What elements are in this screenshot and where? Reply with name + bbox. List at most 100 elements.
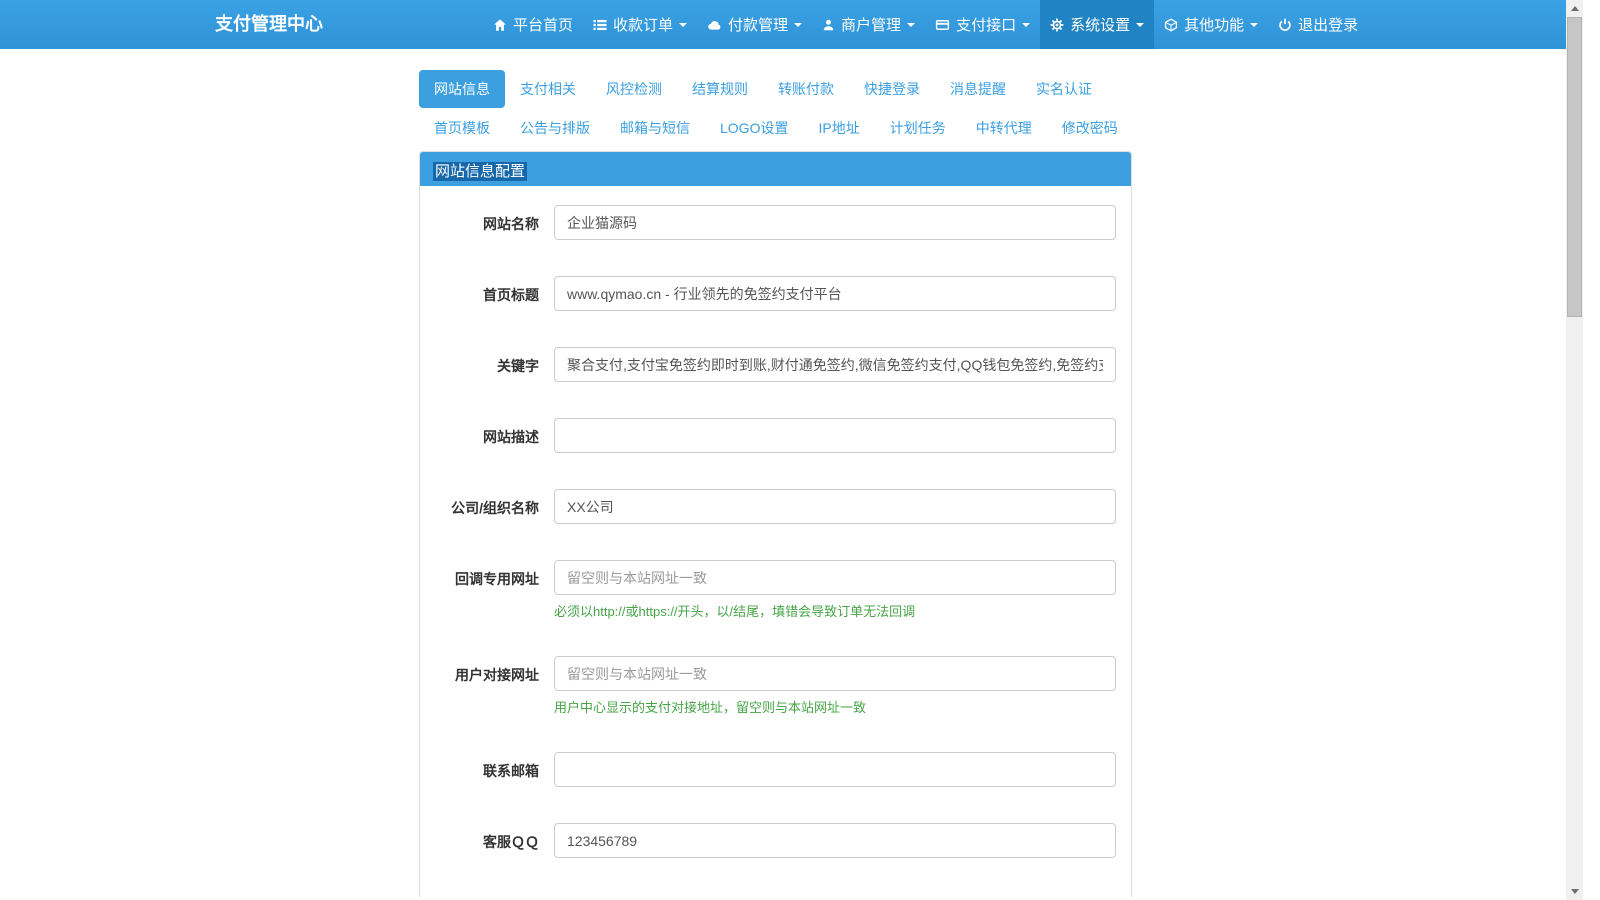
tab-transfer-payment[interactable]: 转账付款 (763, 70, 849, 108)
cloud-icon (707, 18, 722, 32)
company-name-input[interactable] (554, 489, 1116, 524)
user-api-url-input[interactable] (554, 656, 1116, 691)
arrow-up-icon (1570, 6, 1579, 11)
panel-header: 网站信息配置 (420, 152, 1131, 186)
keywords-label: 关键字 (497, 358, 539, 374)
cube-icon (1164, 17, 1178, 32)
tab-relay-proxy[interactable]: 中转代理 (961, 109, 1047, 147)
nav-item-pay-interface[interactable]: 支付接口 (925, 0, 1040, 49)
nav-item-label: 其他功能 (1184, 17, 1245, 34)
site-name-input[interactable] (554, 205, 1116, 240)
tab-notice-layout[interactable]: 公告与排版 (505, 109, 605, 147)
nav-item-logout[interactable]: 退出登录 (1268, 0, 1368, 49)
contact-email-input[interactable] (554, 752, 1116, 787)
nav-item-label: 收款订单 (613, 17, 674, 34)
site-name-label: 网站名称 (483, 216, 539, 232)
settings-tabs-row-1: 网站信息 支付相关 风控检测 结算规则 转账付款 快捷登录 消息提醒 实名认证 (419, 70, 1132, 108)
user-api-url-label: 用户对接网址 (455, 667, 539, 683)
scroll-down-button[interactable] (1566, 883, 1583, 900)
gear-icon (1050, 18, 1064, 32)
list-icon (593, 18, 607, 32)
form-group-site-name: 网站名称 (435, 205, 1116, 240)
settings-tabs-row-2: 首页模板 公告与排版 邮箱与短信 LOGO设置 IP地址 计划任务 中转代理 修改密码 (419, 109, 1132, 147)
tab-quick-login[interactable]: 快捷登录 (849, 70, 935, 108)
nav-item-label: 平台首页 (513, 17, 574, 34)
user-icon (822, 18, 835, 32)
tab-realname-auth[interactable]: 实名认证 (1021, 70, 1107, 108)
caret-down-icon (1250, 22, 1259, 27)
caret-down-icon (1136, 22, 1145, 27)
form-group-keywords: 关键字 (435, 347, 1116, 382)
service-qq-label: 客服ＱＱ (483, 834, 539, 850)
caret-down-icon (907, 22, 916, 27)
home-title-input[interactable] (554, 276, 1116, 311)
nav-item-receive-orders[interactable]: 收款订单 (583, 0, 697, 49)
home-title-label: 首页标题 (483, 287, 539, 303)
callback-url-help-text: 必须以http://或https://开头，以/结尾，填错会导致订单无法回调 (554, 604, 916, 619)
form-group-service-qq: 客服ＱＱ (435, 823, 1116, 858)
user-api-url-help-text: 用户中心显示的支付对接地址，留空则与本站网址一致 (554, 700, 867, 715)
vertical-scrollbar[interactable] (1566, 0, 1583, 900)
callback-url-input[interactable] (554, 560, 1116, 595)
nav-item-label: 付款管理 (728, 17, 789, 34)
site-name-input-col (554, 205, 1116, 240)
form-group-contact-email: 联系邮箱 (435, 752, 1116, 787)
tab-email-sms[interactable]: 邮箱与短信 (605, 109, 705, 147)
user-api-url-input-col: 用户中心显示的支付对接地址，留空则与本站网址一致 (554, 656, 1116, 716)
credit-card-icon (935, 18, 950, 32)
form-group-user-api-url: 用户对接网址用户中心显示的支付对接地址，留空则与本站网址一致 (435, 656, 1116, 716)
form-group-callback-url: 回调专用网址必须以http://或https://开头，以/结尾，填错会导致订单… (435, 560, 1116, 620)
site-info-panel: 网站信息配置 网站名称首页标题关键字网站描述公司/组织名称回调专用网址必须以ht… (419, 151, 1132, 897)
tab-message-notify[interactable]: 消息提醒 (935, 70, 1021, 108)
tab-settlement-rules[interactable]: 结算规则 (677, 70, 763, 108)
caret-down-icon (1022, 22, 1031, 27)
company-name-input-col (554, 489, 1116, 524)
tab-payment-related[interactable]: 支付相关 (505, 70, 591, 108)
tab-home-template[interactable]: 首页模板 (419, 109, 505, 147)
callback-url-input-col: 必须以http://或https://开头，以/结尾，填错会导致订单无法回调 (554, 560, 1116, 620)
tab-change-password[interactable]: 修改密码 (1047, 109, 1133, 147)
tab-logo-settings[interactable]: LOGO设置 (705, 109, 803, 147)
site-description-label: 网站描述 (483, 429, 539, 445)
site-description-input[interactable] (554, 418, 1116, 453)
home-icon (493, 18, 507, 32)
company-name-label: 公司/组织名称 (451, 500, 539, 516)
panel-title: 网站信息配置 (433, 162, 528, 181)
home-title-input-col (554, 276, 1116, 311)
app-title: 支付管理中心 (215, 14, 323, 34)
top-navbar: 支付管理中心 平台首页 收款订单 付款管理 商户管理 支付接口 系统设置 其他功能 退出登录 (0, 0, 1583, 49)
form-group-company-name: 公司/组织名称 (435, 489, 1116, 524)
service-qq-input-col (554, 823, 1116, 858)
caret-down-icon (679, 22, 688, 27)
power-icon (1278, 18, 1292, 32)
scrollbar-thumb[interactable] (1567, 17, 1582, 317)
caret-down-icon (794, 22, 803, 27)
scroll-up-button[interactable] (1566, 0, 1583, 17)
site-description-input-col (554, 418, 1116, 453)
nav-item-payout-manage[interactable]: 付款管理 (697, 0, 812, 49)
nav-item-label: 退出登录 (1298, 17, 1359, 34)
tab-risk-control[interactable]: 风控检测 (591, 70, 677, 108)
tab-cron-tasks[interactable]: 计划任务 (875, 109, 961, 147)
nav-item-label: 商户管理 (841, 17, 902, 34)
page: 支付管理中心 平台首页 收款订单 付款管理 商户管理 支付接口 系统设置 其他功能 退出登录 … (0, 0, 1583, 900)
nav-item-label: 支付接口 (956, 17, 1017, 34)
keywords-input-col (554, 347, 1116, 382)
site-info-form: 网站名称首页标题关键字网站描述公司/组织名称回调专用网址必须以http://或h… (420, 186, 1131, 858)
nav-item-merchant-manage[interactable]: 商户管理 (812, 0, 925, 49)
nav-item-home[interactable]: 平台首页 (483, 0, 583, 49)
service-qq-input[interactable] (554, 823, 1116, 858)
keywords-input[interactable] (554, 347, 1116, 382)
arrow-down-icon (1570, 889, 1579, 894)
nav-item-other-functions[interactable]: 其他功能 (1154, 0, 1268, 49)
tab-site-info[interactable]: 网站信息 (419, 70, 505, 108)
nav-item-system-settings[interactable]: 系统设置 (1040, 0, 1155, 49)
contact-email-input-col (554, 752, 1116, 787)
form-group-site-description: 网站描述 (435, 418, 1116, 453)
tab-ip-address[interactable]: IP地址 (803, 109, 874, 147)
nav-item-label: 系统设置 (1070, 17, 1131, 34)
nav-menu: 平台首页 收款订单 付款管理 商户管理 支付接口 系统设置 其他功能 退出登录 (483, 0, 1368, 49)
form-group-home-title: 首页标题 (435, 276, 1116, 311)
main-content: 网站信息 支付相关 风控检测 结算规则 转账付款 快捷登录 消息提醒 实名认证 首页模板 公告与… (419, 70, 1132, 897)
contact-email-label: 联系邮箱 (483, 763, 539, 779)
